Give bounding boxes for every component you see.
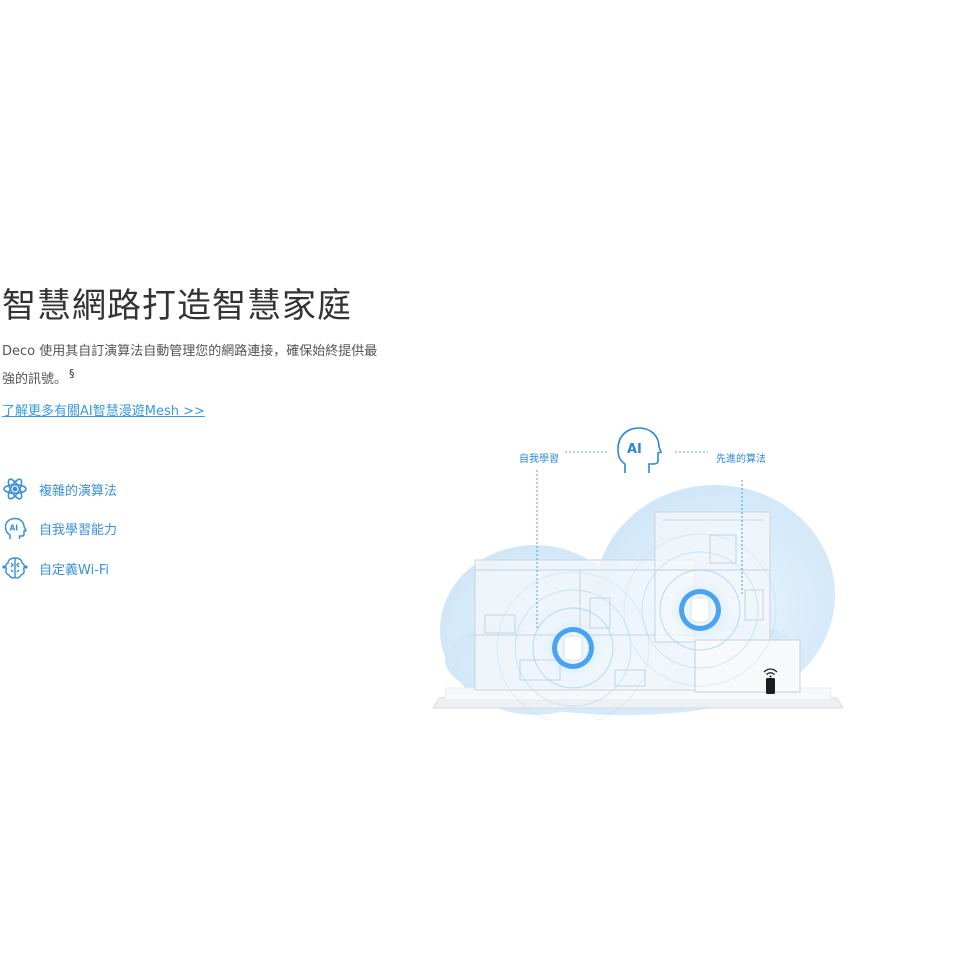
section-title: 智慧網路打造智慧家庭 (2, 286, 352, 326)
ai-head-icon: AI (617, 427, 663, 473)
feature-list: 複雜的演算法 AI 自我學習能力 自定義Wi-Fi (2, 476, 302, 595)
illustration-label-right: 先進的算法 (716, 452, 766, 465)
deco-unit-right (670, 580, 730, 640)
feature-item-self-learning: AI 自我學習能力 (2, 516, 302, 542)
feature-label: 自定義Wi-Fi (39, 562, 110, 578)
ai-badge-text: AI (627, 442, 642, 457)
section-description: Deco 使用其自訂演算法自動管理您的網路連接，確保始終提供最強的訊號。 § (2, 341, 382, 391)
brain-icon (2, 555, 28, 581)
atom-icon (2, 476, 28, 502)
feature-item-custom-wifi: 自定義Wi-Fi (2, 555, 302, 581)
smart-home-illustration: AI 自我學習 先進的算法 (425, 420, 850, 725)
feature-item-algorithm: 複雜的演算法 (2, 476, 302, 502)
description-text: Deco 使用其自訂演算法自動管理您的網路連接，確保始終提供最強的訊號。 (2, 344, 378, 387)
footnote-mark[interactable]: § (69, 367, 75, 380)
ai-head-icon: AI (2, 516, 28, 542)
svg-text:AI: AI (10, 523, 19, 532)
deco-unit-left (543, 618, 603, 678)
feature-label: 複雜的演算法 (39, 483, 118, 499)
illustration-label-left: 自我學習 (519, 452, 559, 465)
learn-more-link[interactable]: 了解更多有關AI智慧漫遊Mesh >> (2, 400, 205, 419)
feature-label: 自我學習能力 (39, 523, 118, 538)
